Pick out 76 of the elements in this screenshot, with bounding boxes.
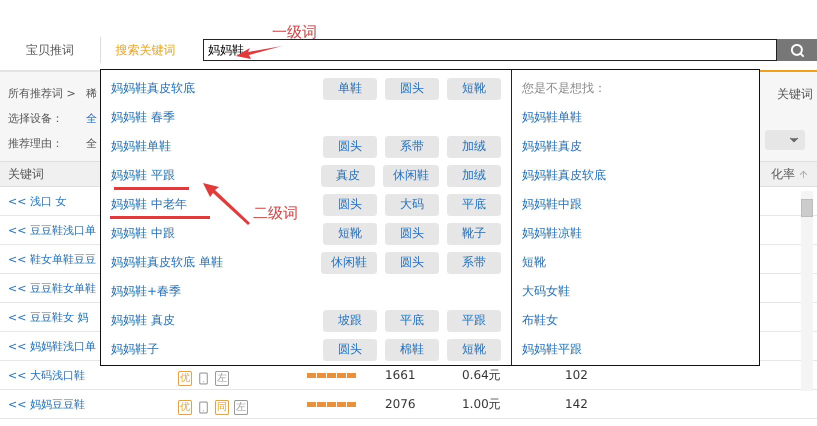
table-cell-text: 142 [565,397,589,411]
related-heading: 您是不是想找： [522,80,606,97]
annotation-label: 二级词 [253,204,298,223]
related-link[interactable]: 妈妈鞋真皮软底 [522,167,606,184]
search-button[interactable] [777,39,817,61]
suggestion-link[interactable]: 妈妈鞋真皮软底 单鞋 [111,254,223,271]
annotation-label: 一级词 [272,23,317,42]
scrollbar[interactable] [801,191,813,391]
tag-button[interactable]: 加绒 [447,164,501,186]
related-link[interactable]: 妈妈鞋中跟 [522,196,582,213]
suggestion-link[interactable]: 妈妈鞋真皮软底 [111,80,195,97]
related-link[interactable]: 妈妈鞋真皮 [522,138,582,155]
suggestion-link[interactable]: 妈妈鞋 平跟 [111,167,175,184]
tag-badge: 优 [178,400,192,414]
tag-button[interactable]: 真皮 [321,164,375,186]
tag-button[interactable]: 圆头 [323,338,377,360]
suggestion-link[interactable]: 妈妈鞋 中跟 [111,225,175,242]
tag-button[interactable]: 加绒 [447,136,501,158]
tag-button[interactable]: 棉鞋 [385,338,439,360]
tag-button[interactable]: 圆头 [323,136,377,158]
annotation-arrow [203,183,250,225]
tag-button[interactable]: 休闲鞋 [321,252,377,274]
filter-label: 选择设备： [8,111,64,126]
related-link[interactable]: 妈妈鞋单鞋 [522,109,582,126]
suggestion-link[interactable]: 妈妈鞋 春季 [111,109,175,126]
suggestion-link[interactable]: 妈妈鞋单鞋 [111,138,171,155]
table-cell-text: 0.64元 [462,366,502,384]
keyword-link[interactable]: << 妈妈豆豆鞋 [8,396,178,412]
keyword-link[interactable]: << 大码浅口鞋 [8,368,178,382]
related-link[interactable]: 大码女鞋 [522,283,570,300]
tag-button[interactable]: 圆头 [385,222,439,244]
tag-button[interactable]: 圆头 [385,78,439,100]
filter-label: 推荐理由： [8,136,64,151]
related-link[interactable]: 妈妈鞋平跟 [522,341,582,358]
tag-button[interactable]: 平跟 [447,310,501,332]
tag-button[interactable]: 圆头 [323,194,377,216]
tag-button[interactable]: 休闲鞋 [383,164,439,186]
tag-button[interactable]: 系带 [447,252,501,274]
filter-value[interactable]: 全 [86,111,97,126]
suggestion-link[interactable]: 妈妈鞋+春季 [111,283,182,300]
column-header[interactable]: 关键词 [8,166,44,182]
tag-button[interactable]: 系带 [385,136,439,158]
filter-label: 所有推荐词 > [8,86,77,101]
tag-button[interactable]: 大码 [385,194,439,216]
related-link[interactable]: 布鞋女 [522,312,558,329]
tag-badge: 左 [215,370,229,386]
tag-button[interactable]: 短靴 [447,78,501,100]
phone-icon [197,400,210,414]
filter-value[interactable]: 全 [86,136,97,151]
tag-button[interactable]: 短靴 [323,222,377,244]
table-cell-text: 1661 [385,368,417,382]
suggestion-link[interactable]: 妈妈鞋 中老年 [111,196,187,213]
tag-badge: 优 [178,370,192,386]
phone-icon [197,372,210,384]
table-cell-text: 2076 [385,397,417,411]
suggestion-link[interactable]: 妈妈鞋 真皮 [111,312,175,329]
tag-button[interactable]: 平底 [447,194,501,216]
tag-button[interactable]: 平底 [385,310,439,332]
tag-button[interactable]: 靴子 [447,222,501,244]
suggestion-link[interactable]: 妈妈鞋子 [111,341,159,358]
tag-badge: 同 [215,400,229,414]
dropdown[interactable] [765,130,805,150]
tag-button[interactable]: 坡跟 [323,310,377,332]
related-link[interactable]: 短靴 [522,254,546,271]
tag-button[interactable]: 短靴 [447,338,501,360]
tab[interactable]: 宝贝推词 [0,42,100,58]
filter-value[interactable]: 稀 [86,86,97,101]
header-text: 关键词 [777,86,813,103]
search-icon [790,42,805,58]
tag-button[interactable]: 单鞋 [323,78,377,100]
related-link[interactable]: 妈妈鞋凉鞋 [522,225,582,242]
table-cell-text: 102 [565,368,589,382]
tag-badge: 左 [234,400,248,414]
tag-button[interactable]: 圆头 [385,252,439,274]
table-cell-text: 1.00元 [462,396,502,412]
column-header[interactable]: 化率 [771,166,809,182]
